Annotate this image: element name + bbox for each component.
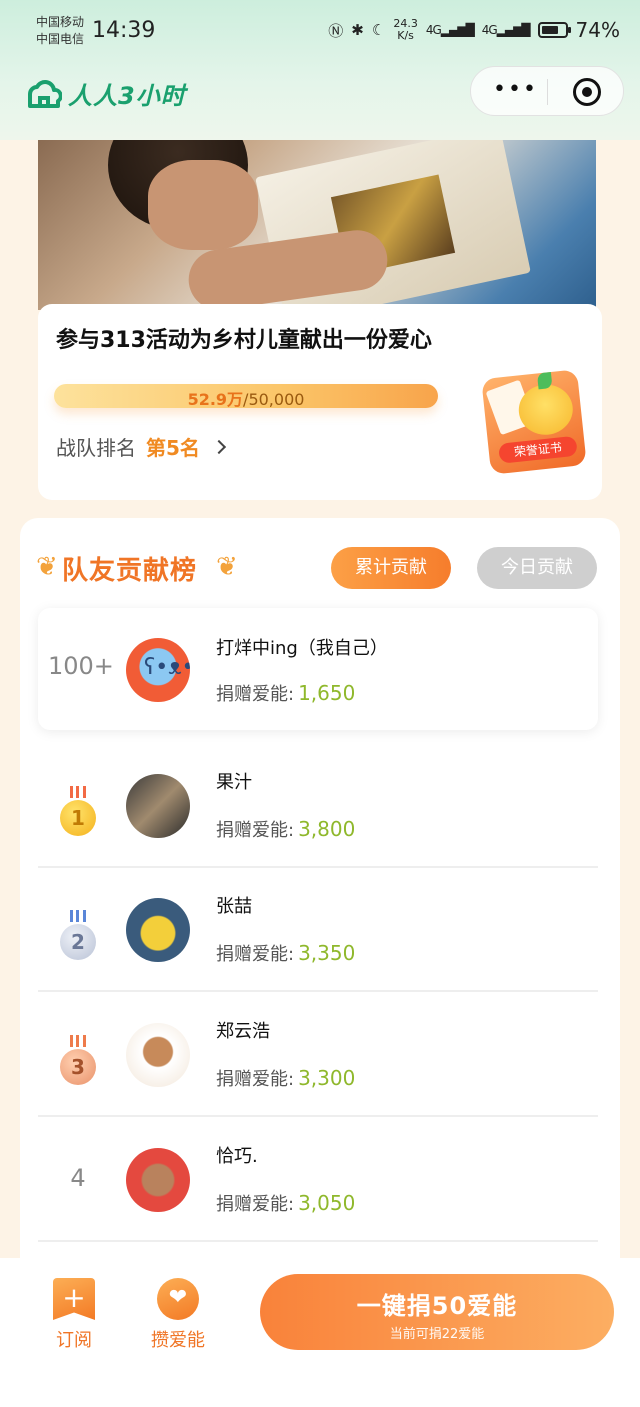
close-target-icon[interactable] — [573, 78, 601, 106]
status-bar: 中国移动 中国电信 14:39 Ⓝ ✱ ☾ 24.3 K/s 4G▂▄▆█ 4G… — [0, 0, 640, 60]
carrier-info: 中国移动 中国电信 — [36, 14, 84, 48]
subscribe-button[interactable]: + 订阅 — [34, 1278, 114, 1352]
mascot-icon — [516, 382, 576, 438]
signal-icon-2: 4G▂▄▆█ — [481, 23, 531, 37]
contribution-board: ❦ 队友贡献榜 ❦ 累计贡献 今日贡献 100+ ʕ•ᴥ•ʔ 打烊中ing（我自… — [20, 518, 620, 1258]
carrier-1: 中国移动 — [36, 15, 85, 29]
donation-line: 捐赠爱能: 3,800 — [216, 816, 355, 842]
rank-number: 100+ — [48, 652, 114, 680]
bottom-action-bar: + 订阅 ❤ 攒爱能 一键捐50爱能 当前可捐22爱能 — [0, 1258, 640, 1407]
one-click-donate-button[interactable]: 一键捐50爱能 当前可捐22爱能 — [260, 1274, 614, 1350]
chevron-right-icon — [211, 439, 226, 454]
my-rank-row[interactable]: 100+ ʕ•ᴥ•ʔ 打烊中ing（我自己） 捐赠爱能:1,650 — [38, 608, 598, 730]
capsule-divider — [547, 79, 548, 105]
member-name: 果汁 — [216, 772, 252, 793]
member-name: 郑云浩 — [216, 1021, 270, 1042]
list-item[interactable]: 2 张喆 捐赠爱能: 3,350 — [38, 868, 598, 992]
battery-icon — [537, 22, 571, 38]
bronze-medal-icon: 3 — [58, 1035, 98, 1085]
child-face — [148, 160, 258, 250]
avatar: ʕ•ᴥ•ʔ — [126, 638, 190, 702]
activity-card: 参与313活动为乡村儿童献出一份爱心 52.9万/50,000 战队排名 第5名… — [38, 304, 602, 500]
donation-label: 捐赠爱能: — [216, 1194, 295, 1215]
donation-value: 3,050 — [298, 1191, 356, 1215]
nfc-icon: Ⓝ — [328, 21, 344, 40]
honor-certificate-button[interactable]: 荣誉证书 — [481, 369, 587, 475]
logo-text: 人人3小时 — [68, 82, 186, 110]
donate-main-label: 一键捐50爱能 — [356, 1292, 518, 1320]
clock: 14:39 — [92, 18, 156, 43]
team-rank-label: 战队排名 — [56, 436, 136, 460]
avatar — [126, 898, 190, 962]
donate-sub-label: 当前可捐22爱能 — [389, 1327, 485, 1342]
more-icon[interactable]: ••• — [493, 79, 538, 101]
donation-value: 3,300 — [298, 1066, 356, 1090]
system-icons: Ⓝ ✱ ☾ 24.3 K/s 4G▂▄▆█ 4G▂▄▆█ 74% — [328, 18, 620, 43]
donation-line: 捐赠爱能: 3,050 — [216, 1190, 355, 1216]
member-name: 打烊中ing（我自己） — [216, 638, 388, 659]
progress-current: 52.9万 — [187, 390, 244, 409]
net-speed: 24.3 K/s — [393, 18, 418, 42]
board-title: 队友贡献榜 — [62, 556, 198, 586]
nav-bar: 人人3小时 ••• — [0, 66, 640, 120]
collect-love-button[interactable]: ❤ 攒爱能 — [138, 1278, 218, 1352]
avatar — [126, 1148, 190, 1212]
donation-value: 1,650 — [298, 681, 356, 705]
donation-label: 捐赠爱能: — [216, 820, 295, 841]
certificate-label: 荣誉证书 — [498, 435, 578, 464]
logo-mark-icon — [28, 79, 62, 108]
tab-total-contribution[interactable]: 累计贡献 — [331, 547, 451, 589]
donation-value: 3,350 — [298, 941, 356, 965]
net-speed-unit: K/s — [397, 29, 414, 42]
gold-medal-icon: 1 — [58, 786, 98, 836]
member-name: 恰巧. — [216, 1146, 258, 1167]
team-rank-value: 第5名 — [146, 436, 200, 460]
mini-program-capsule: ••• — [470, 66, 624, 116]
team-rank-link[interactable]: 战队排名 第5名 — [56, 432, 226, 461]
laurel-left-icon: ❦ — [36, 552, 58, 582]
tab-today-contribution[interactable]: 今日贡献 — [477, 547, 597, 589]
moon-icon: ☾ — [371, 21, 386, 39]
donation-line: 捐赠爱能: 3,350 — [216, 940, 355, 966]
list-item[interactable]: 3 郑云浩 捐赠爱能: 3,300 — [38, 993, 598, 1117]
bluetooth-icon: ✱ — [351, 21, 364, 39]
activity-banner-image — [38, 140, 596, 310]
list-item[interactable]: 1 果汁 捐赠爱能: 3,800 — [38, 744, 598, 868]
board-header: ❦ 队友贡献榜 ❦ 累计贡献 今日贡献 — [20, 544, 620, 592]
medal-rank: 3 — [60, 1049, 96, 1085]
carrier-2: 中国电信 — [36, 32, 85, 46]
list-item[interactable]: 4 恰巧. 捐赠爱能: 3,050 — [38, 1118, 598, 1242]
donation-line: 捐赠爱能: 3,300 — [216, 1065, 355, 1091]
avatar — [126, 1023, 190, 1087]
progress-target: /50,000 — [243, 390, 305, 409]
avatar — [126, 774, 190, 838]
medal-rank: 2 — [60, 924, 96, 960]
signal-icon-1: 4G▂▄▆█ — [425, 23, 475, 37]
subscribe-label: 订阅 — [56, 1330, 92, 1351]
donation-label: 捐赠爱能: — [216, 944, 295, 965]
heart-icon: ❤ — [157, 1278, 199, 1320]
bear-icon: ʕ•ᴥ•ʔ — [144, 655, 190, 680]
medal-rank: 1 — [60, 800, 96, 836]
donation-line: 捐赠爱能: 1,650 — [216, 680, 355, 706]
member-name: 张喆 — [216, 896, 252, 917]
battery-percent: 74% — [575, 18, 620, 42]
plus-bookmark-icon: + — [53, 1278, 95, 1320]
progress-text: 52.9万/50,000 — [54, 386, 438, 410]
rank-number: 4 — [70, 1164, 86, 1192]
laurel-right-icon: ❦ — [216, 552, 238, 582]
progress-bar: 52.9万/50,000 — [54, 384, 438, 410]
donation-value: 3,800 — [298, 817, 356, 841]
donation-label: 捐赠爱能: — [216, 1069, 295, 1090]
collect-label: 攒爱能 — [151, 1330, 205, 1351]
activity-title: 参与313活动为乡村儿童献出一份爱心 — [56, 328, 432, 353]
app-logo: 人人3小时 — [26, 76, 186, 111]
donation-label: 捐赠爱能: — [216, 684, 295, 705]
silver-medal-icon: 2 — [58, 910, 98, 960]
